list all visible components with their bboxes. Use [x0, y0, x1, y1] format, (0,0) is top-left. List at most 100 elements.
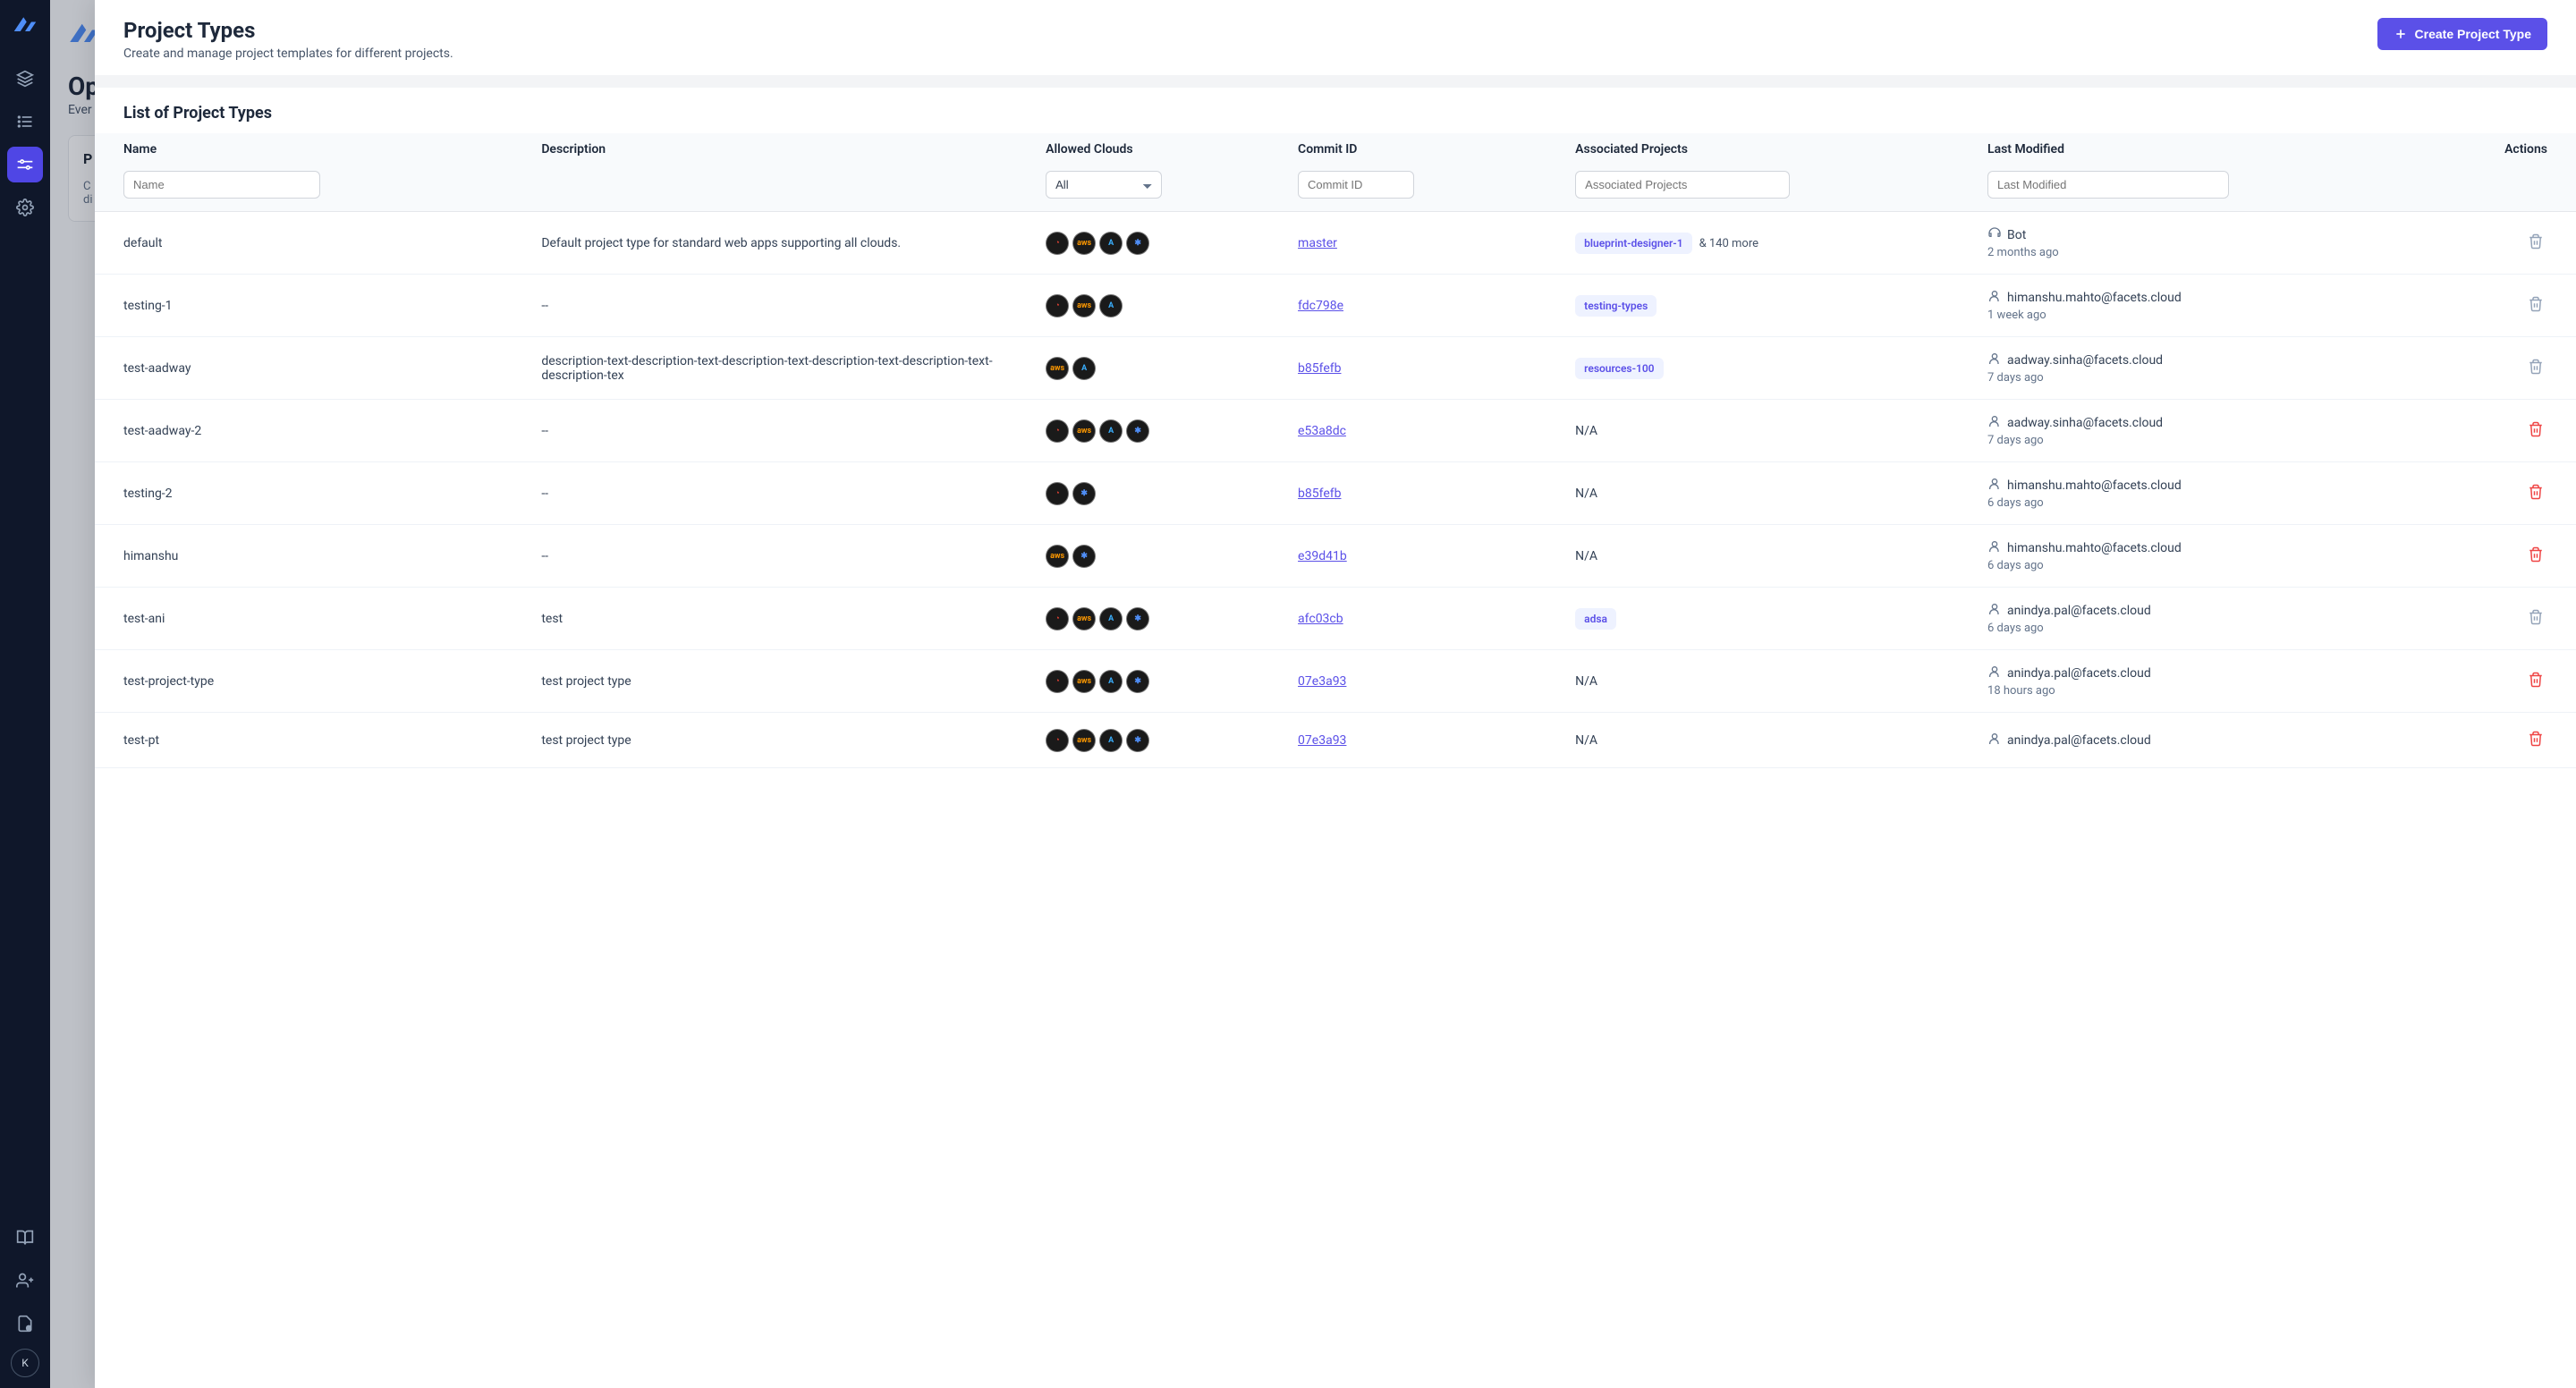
cell-projects: adsa	[1564, 588, 1977, 650]
nav-book-icon[interactable]	[7, 1220, 43, 1256]
delete-button[interactable]	[2524, 727, 2547, 753]
azure-cloud-icon: A	[1099, 729, 1123, 752]
nav-doc-alert-icon[interactable]: !	[7, 1306, 43, 1341]
cell-clouds: ◔✱	[1035, 462, 1287, 525]
project-badge[interactable]: testing-types	[1575, 295, 1657, 317]
project-badge[interactable]: resources-100	[1575, 358, 1663, 379]
project-badge[interactable]: adsa	[1575, 608, 1616, 630]
delete-button[interactable]	[2524, 230, 2547, 256]
delete-button[interactable]	[2524, 292, 2547, 318]
avatar-initial: K	[21, 1357, 29, 1369]
project-types-drawer: Project Types Create and manage project …	[95, 0, 2576, 1388]
filter-commit-input[interactable]	[1298, 171, 1414, 199]
commit-link[interactable]: 07e3a93	[1298, 733, 1346, 748]
cell-last-modified: himanshu.mahto@facets.cloud 1 week ago	[1977, 275, 2411, 337]
aws-cloud-icon: aws	[1072, 419, 1096, 443]
commit-link[interactable]: b85fefb	[1298, 361, 1341, 376]
cell-commit: b85fefb	[1287, 337, 1564, 400]
modified-user: himanshu.mahto@facets.cloud	[2007, 291, 2182, 305]
modified-user: anindya.pal@facets.cloud	[2007, 666, 2151, 681]
cell-actions	[2411, 588, 2576, 650]
col-actions: Actions	[2411, 133, 2576, 165]
modified-by: aadway.sinha@facets.cloud	[1987, 414, 2400, 432]
azure-cloud-icon: A	[1099, 419, 1123, 443]
delete-button[interactable]	[2524, 605, 2547, 631]
commit-link[interactable]: master	[1298, 236, 1337, 250]
cell-name: test-aadway-2	[95, 400, 530, 462]
cell-clouds: ◔awsA✱	[1035, 588, 1287, 650]
create-project-type-button[interactable]: Create Project Type	[2377, 18, 2547, 50]
modified-time: 6 days ago	[1987, 496, 2400, 510]
modified-time: 2 months ago	[1987, 246, 2400, 259]
table-row: testing-2--◔✱b85fefbN/Ahimanshu.mahto@fa…	[95, 462, 2576, 525]
person-icon	[1987, 602, 2002, 620]
filter-name-input[interactable]	[123, 171, 320, 199]
cell-last-modified: anindya.pal@facets.cloud18 hours ago	[1977, 650, 2411, 713]
create-button-label: Create Project Type	[2415, 27, 2531, 41]
cell-actions	[2411, 525, 2576, 588]
col-clouds: Allowed Clouds	[1035, 133, 1287, 165]
delete-button[interactable]	[2524, 418, 2547, 444]
cell-last-modified: himanshu.mahto@facets.cloud6 days ago	[1977, 525, 2411, 588]
commit-link[interactable]: b85fefb	[1298, 487, 1341, 501]
commit-link[interactable]: e39d41b	[1298, 549, 1347, 563]
aws-cloud-icon: aws	[1072, 232, 1096, 255]
cell-description: test project type	[530, 650, 1035, 713]
user-avatar[interactable]: K	[11, 1349, 39, 1377]
commit-link[interactable]: e53a8dc	[1298, 424, 1346, 438]
k8s-cloud-icon: ✱	[1072, 545, 1096, 568]
project-types-table: Name Description Allowed Clouds Commit I…	[95, 133, 2576, 768]
svg-text:!: !	[29, 1327, 30, 1333]
delete-button[interactable]	[2524, 668, 2547, 694]
nav-list-icon[interactable]	[7, 104, 43, 140]
cell-actions	[2411, 400, 2576, 462]
project-badge[interactable]: blueprint-designer-1	[1575, 233, 1691, 254]
nav-add-user-icon[interactable]	[7, 1263, 43, 1299]
cell-clouds: ◔awsA	[1035, 275, 1287, 337]
modified-user: himanshu.mahto@facets.cloud	[2007, 478, 2182, 493]
person-icon	[1987, 289, 2002, 307]
modified-by: aadway.sinha@facets.cloud	[1987, 351, 2400, 369]
k8s-cloud-icon: ✱	[1072, 482, 1096, 505]
nav-settings-sliders-icon[interactable]	[7, 147, 43, 182]
delete-button[interactable]	[2524, 355, 2547, 381]
person-icon	[1987, 732, 2002, 749]
nav-gear-icon[interactable]	[7, 190, 43, 225]
k8s-cloud-icon: ✱	[1126, 670, 1149, 693]
commit-link[interactable]: afc03cb	[1298, 612, 1343, 626]
cell-description: description-text-description-text-descri…	[530, 337, 1035, 400]
filter-projects-input[interactable]	[1575, 171, 1790, 199]
aws-cloud-icon: aws	[1046, 357, 1069, 380]
cell-commit: e53a8dc	[1287, 400, 1564, 462]
cell-projects: N/A	[1564, 462, 1977, 525]
gcp-cloud-icon: ◔	[1046, 729, 1069, 752]
cell-name: himanshu	[95, 525, 530, 588]
page-subtitle: Create and manage project templates for …	[123, 47, 453, 61]
modified-time: 1 week ago	[1987, 309, 2400, 322]
cell-actions	[2411, 275, 2576, 337]
cell-last-modified: anindya.pal@facets.cloud	[1977, 713, 2411, 768]
cell-name: test-aadway	[95, 337, 530, 400]
delete-button[interactable]	[2524, 543, 2547, 569]
cell-name: test-project-type	[95, 650, 530, 713]
azure-cloud-icon: A	[1099, 607, 1123, 631]
nav-layers-icon[interactable]	[7, 61, 43, 97]
cell-last-modified: anindya.pal@facets.cloud6 days ago	[1977, 588, 2411, 650]
cell-actions	[2411, 212, 2576, 275]
cell-clouds: ◔awsA✱	[1035, 212, 1287, 275]
cell-name: test-pt	[95, 713, 530, 768]
delete-button[interactable]	[2524, 480, 2547, 506]
commit-link[interactable]: 07e3a93	[1298, 674, 1346, 689]
cell-description: --	[530, 400, 1035, 462]
cell-description: Default project type for standard web ap…	[530, 212, 1035, 275]
cell-commit: fdc798e	[1287, 275, 1564, 337]
cell-last-modified: himanshu.mahto@facets.cloud 6 days ago	[1977, 462, 2411, 525]
cell-projects: N/A	[1564, 650, 1977, 713]
cell-actions	[2411, 713, 2576, 768]
commit-link[interactable]: fdc798e	[1298, 299, 1343, 313]
gcp-cloud-icon: ◔	[1046, 670, 1069, 693]
gcp-cloud-icon: ◔	[1046, 482, 1069, 505]
projects-na: N/A	[1575, 674, 1597, 689]
filter-clouds-select[interactable]: All	[1046, 171, 1162, 199]
filter-modified-input[interactable]	[1987, 171, 2229, 199]
